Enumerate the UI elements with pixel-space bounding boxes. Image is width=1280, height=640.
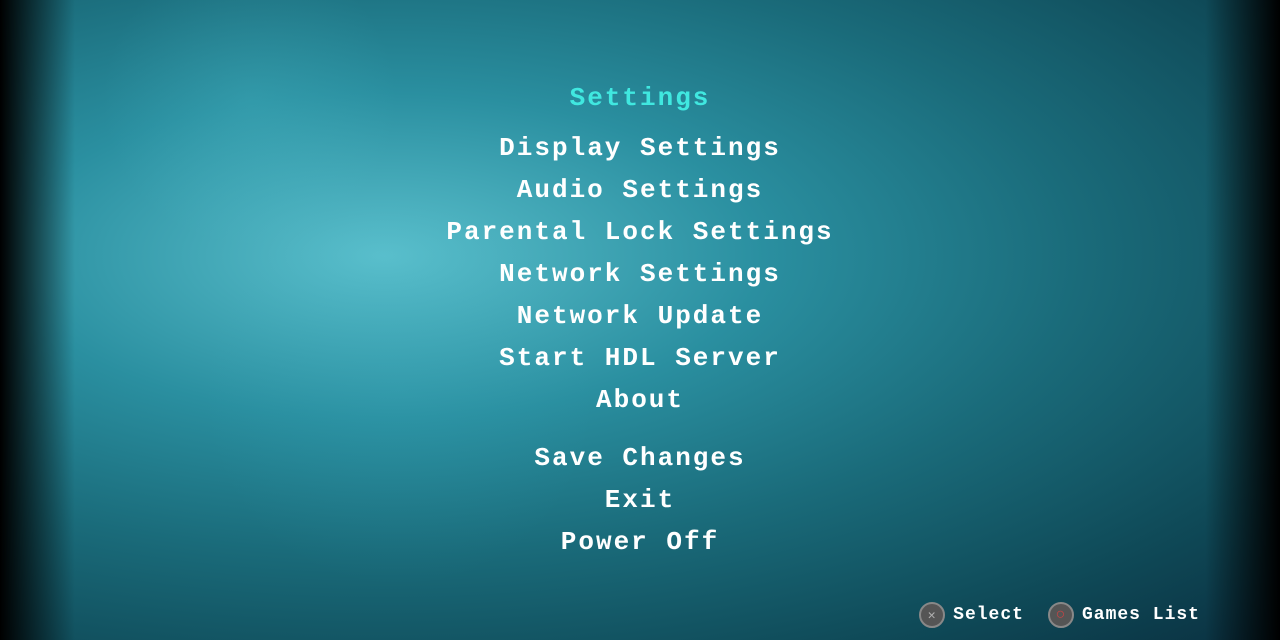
bottom-controls: ✕ Select ○ Games List (919, 602, 1200, 628)
cross-button-icon: ✕ (919, 602, 945, 628)
circle-button-icon: ○ (1048, 602, 1074, 628)
menu-item-save-changes[interactable]: Save Changes (534, 437, 745, 479)
menu-item-power-off[interactable]: Power Off (561, 521, 719, 563)
menu-item-start-hdl-server[interactable]: Start HDL Server (499, 337, 781, 379)
screen: Settings Display Settings Audio Settings… (0, 0, 1280, 640)
menu-title[interactable]: Settings (570, 77, 711, 119)
menu-item-display-settings[interactable]: Display Settings (499, 127, 781, 169)
menu-item-exit[interactable]: Exit (605, 479, 675, 521)
bg-highlight-1 (100, 0, 400, 250)
menu-item-audio-settings[interactable]: Audio Settings (517, 169, 763, 211)
menu-item-about[interactable]: About (596, 379, 684, 421)
main-menu: Settings Display Settings Audio Settings… (446, 77, 833, 563)
menu-item-network-update[interactable]: Network Update (517, 295, 763, 337)
menu-item-network-settings[interactable]: Network Settings (499, 253, 781, 295)
select-hint: ✕ Select (919, 602, 1024, 628)
games-list-label: Games List (1082, 605, 1200, 625)
select-label: Select (953, 605, 1024, 625)
games-list-hint: ○ Games List (1048, 602, 1200, 628)
menu-item-parental-lock[interactable]: Parental Lock Settings (446, 211, 833, 253)
